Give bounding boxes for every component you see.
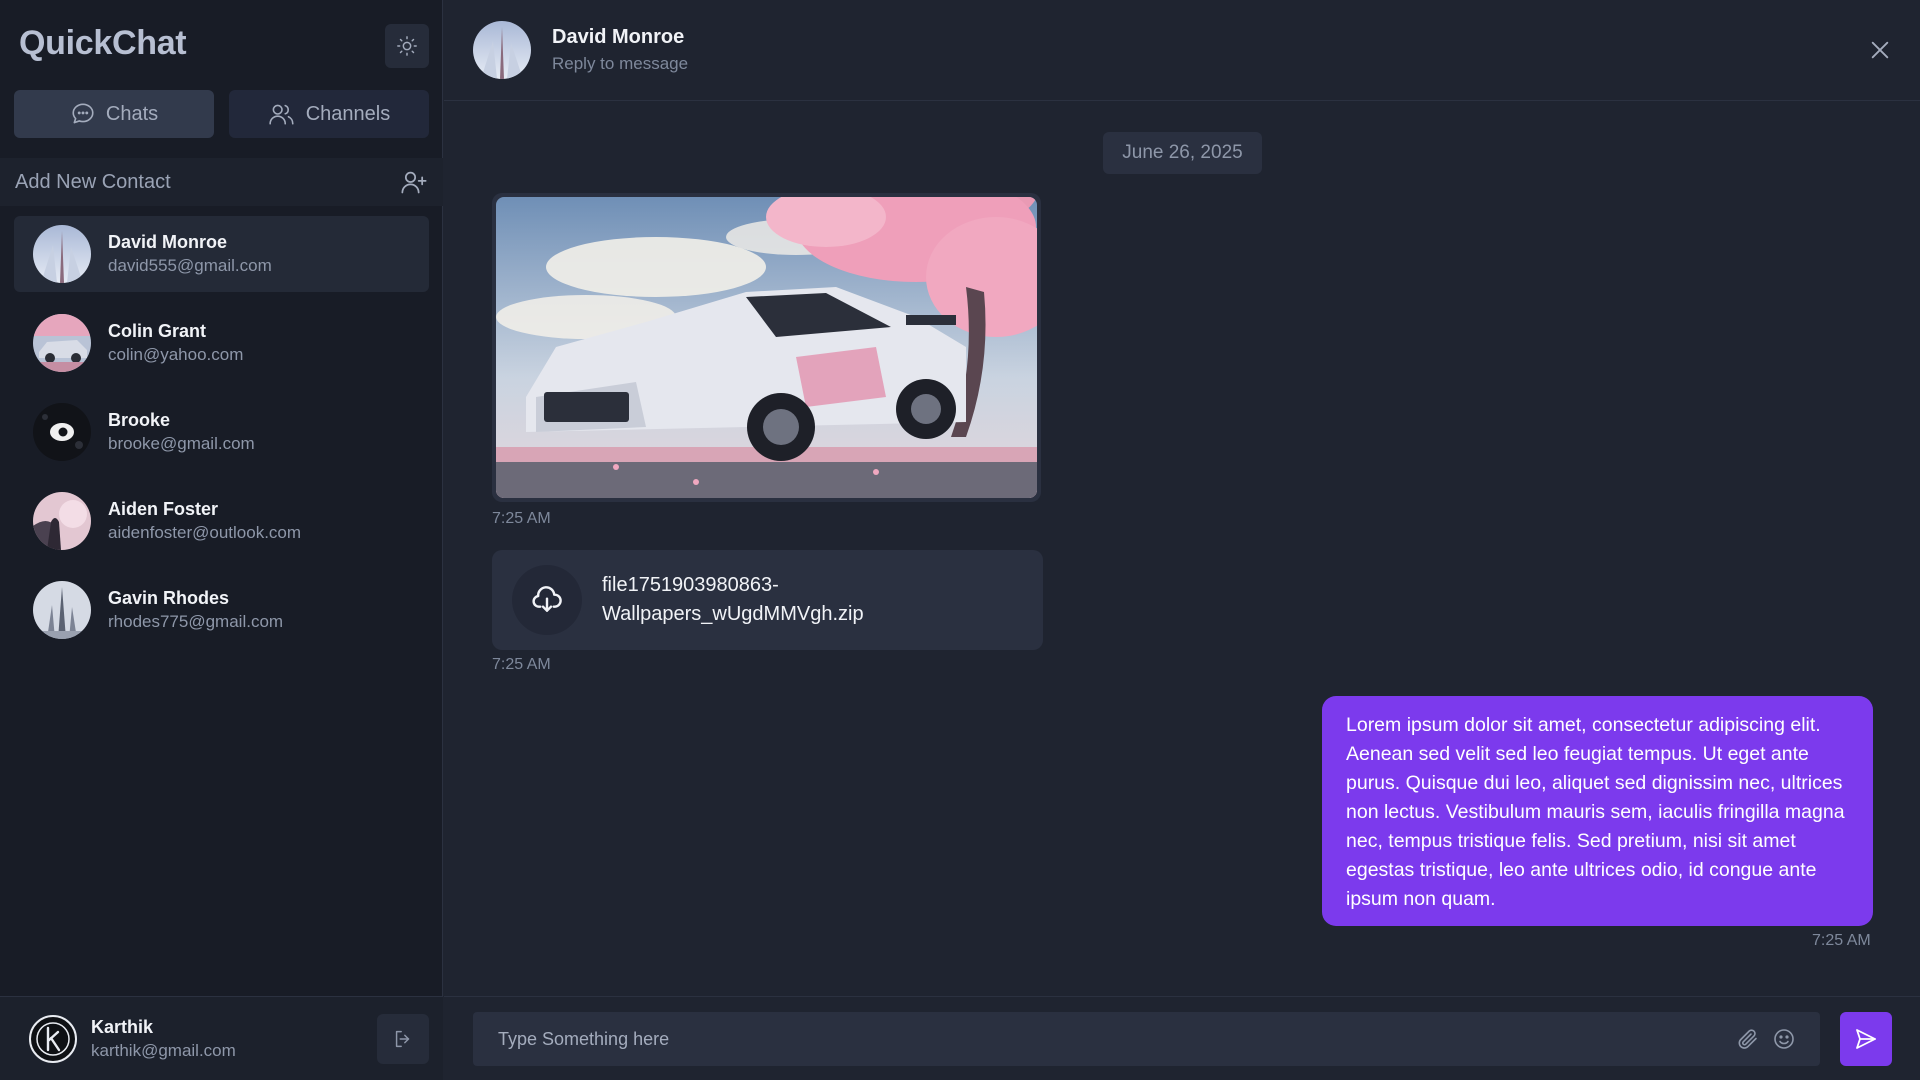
message-time: 7:25 AM	[1812, 932, 1871, 949]
tab-channels-label: Channels	[305, 102, 391, 125]
sidebar: QuickChat Chats Channels Add New Contact	[0, 0, 443, 1080]
contact-item-brooke[interactable]: Brooke brooke@gmail.com	[14, 394, 429, 470]
chat-header: David Monroe Reply to message	[444, 0, 1920, 101]
chat-subtitle: Reply to message	[552, 54, 689, 73]
file-name-line-1: file1751903980863-	[602, 574, 779, 596]
tab-channels[interactable]: Channels	[229, 90, 429, 138]
contact-name: Aiden Foster	[108, 499, 219, 519]
message-input[interactable]	[498, 1028, 1736, 1050]
avatar	[33, 403, 91, 461]
add-contact-label: Add New Contact	[15, 170, 171, 193]
user-plus-icon[interactable]	[400, 168, 428, 196]
file-message[interactable]: file1751903980863- Wallpapers_wUgdMMVgh.…	[492, 550, 1043, 650]
close-icon	[1871, 41, 1889, 59]
contact-email: colin@yahoo.com	[108, 345, 244, 364]
logout-button[interactable]	[377, 1014, 429, 1064]
cloud-download-icon	[532, 586, 562, 612]
contact-name: David Monroe	[108, 232, 228, 252]
app-title: QuickChat	[19, 24, 187, 62]
user-avatar	[29, 1014, 77, 1063]
avatar	[33, 581, 91, 639]
message-composer	[444, 996, 1920, 1080]
avatar	[33, 225, 91, 283]
contact-name: Gavin Rhodes	[108, 588, 230, 608]
contact-email: rhodes775@gmail.com	[108, 612, 284, 631]
current-user-email: karthik@gmail.com	[91, 1040, 236, 1060]
message-input-box	[473, 1012, 1820, 1066]
contact-name: Brooke	[108, 410, 171, 430]
download-button[interactable]	[512, 565, 582, 635]
avatar	[33, 314, 91, 372]
outgoing-message: Lorem ipsum dolor sit amet, consectetur …	[1322, 696, 1873, 926]
tab-chats-label: Chats	[105, 102, 159, 125]
logout-icon	[395, 1030, 410, 1048]
close-chat-button[interactable]	[1864, 34, 1896, 66]
contact-item-aiden-foster[interactable]: Aiden Foster aidenfoster@outlook.com	[14, 483, 429, 559]
image-message[interactable]	[492, 193, 1041, 502]
message-time: 7:25 AM	[492, 510, 551, 527]
emoji-icon[interactable]	[1772, 1027, 1796, 1051]
paperclip-icon[interactable]	[1736, 1027, 1760, 1051]
sun-icon	[397, 36, 417, 56]
send-button[interactable]	[1840, 1012, 1892, 1066]
chat-bubble-icon	[72, 103, 94, 124]
chat-title: David Monroe	[552, 26, 685, 48]
contact-name: Colin Grant	[108, 321, 206, 341]
add-new-contact[interactable]: Add New Contact	[0, 158, 443, 206]
avatar	[33, 492, 91, 550]
users-icon	[269, 104, 294, 125]
contact-item-gavin-rhodes[interactable]: Gavin Rhodes rhodes775@gmail.com	[14, 572, 429, 648]
message-image[interactable]	[496, 197, 1037, 498]
theme-toggle-button[interactable]	[385, 24, 429, 68]
file-name-line-2: Wallpapers_wUgdMMVgh.zip	[602, 603, 864, 625]
current-user-bar: Karthik karthik@gmail.com	[0, 996, 443, 1080]
contact-email: brooke@gmail.com	[108, 434, 255, 453]
send-icon	[1856, 1029, 1876, 1049]
current-user-name: Karthik	[91, 1016, 154, 1037]
file-name: file1751903980863- Wallpapers_wUgdMMVgh.…	[602, 571, 864, 629]
tab-chats[interactable]: Chats	[14, 90, 214, 138]
contact-item-david-monroe[interactable]: David Monroe david555@gmail.com	[14, 216, 429, 292]
contact-email: aidenfoster@outlook.com	[108, 523, 302, 542]
message-time: 7:25 AM	[492, 656, 551, 673]
date-separator: June 26, 2025	[1103, 132, 1262, 174]
contact-email: david555@gmail.com	[108, 256, 272, 275]
contact-item-colin-grant[interactable]: Colin Grant colin@yahoo.com	[14, 305, 429, 381]
chat-avatar	[473, 21, 531, 79]
